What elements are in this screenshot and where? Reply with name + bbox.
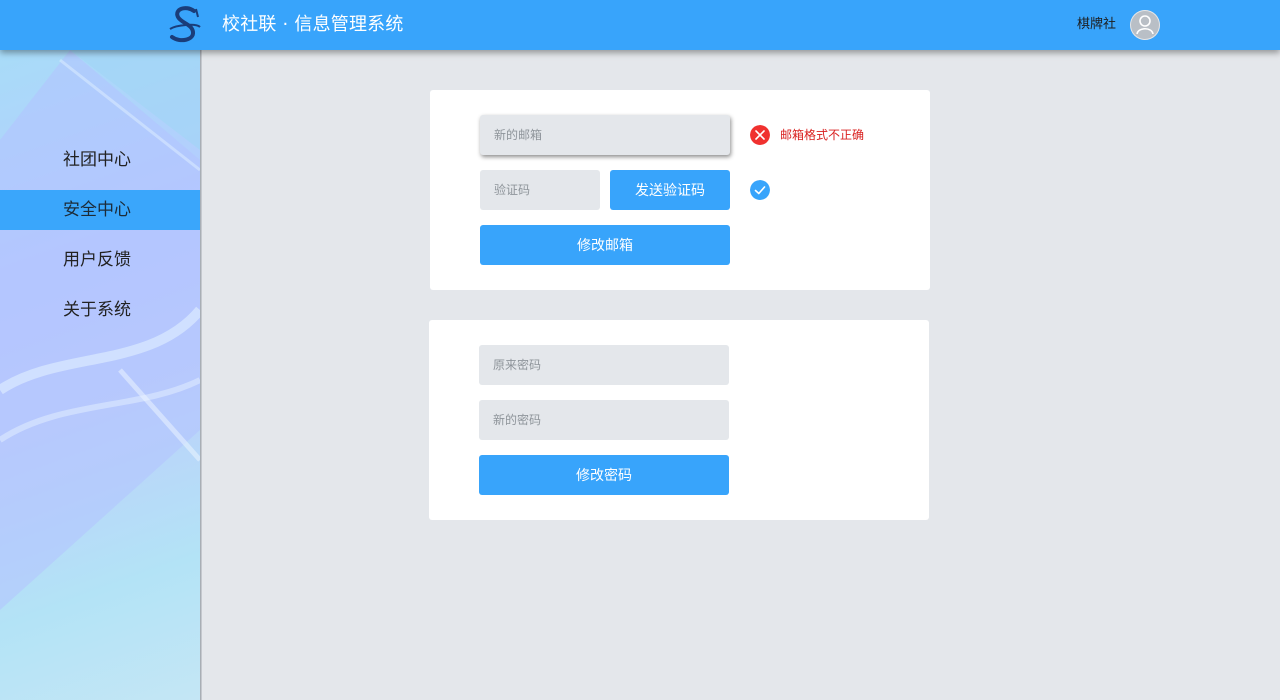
change-password-card: 修改密码 bbox=[429, 320, 929, 520]
error-x-icon bbox=[750, 125, 770, 145]
sidebar: 社团中心 安全中心 用户反馈 关于系统 bbox=[0, 50, 200, 700]
new-email-input[interactable] bbox=[480, 115, 730, 155]
verification-code-input[interactable] bbox=[480, 170, 600, 210]
email-error-message: 邮箱格式不正确 bbox=[780, 128, 865, 142]
change-email-card: 邮箱格式不正确 发送验证码 修改邮箱 bbox=[430, 90, 930, 290]
sidebar-item-security-center[interactable]: 安全中心 bbox=[0, 190, 200, 230]
sidebar-item-about-system[interactable]: 关于系统 bbox=[0, 290, 200, 330]
sidebar-item-label: 用户反馈 bbox=[63, 250, 131, 270]
user-avatar-icon[interactable] bbox=[1130, 10, 1160, 40]
top-bar: 校社联 · 信息管理系统 棋牌社 bbox=[0, 0, 1280, 50]
sidebar-item-label: 安全中心 bbox=[63, 200, 131, 220]
sidebar-item-label: 关于系统 bbox=[63, 300, 131, 320]
change-password-button[interactable]: 修改密码 bbox=[479, 455, 729, 495]
sidebar-item-user-feedback[interactable]: 用户反馈 bbox=[0, 240, 200, 280]
s-logo-icon bbox=[169, 6, 201, 43]
change-email-button[interactable]: 修改邮箱 bbox=[480, 225, 730, 265]
sidebar-divider bbox=[200, 50, 202, 700]
sidebar-item-label: 社团中心 bbox=[63, 150, 131, 170]
new-password-input[interactable] bbox=[479, 400, 729, 440]
user-name[interactable]: 棋牌社 bbox=[1077, 16, 1116, 34]
send-code-button[interactable]: 发送验证码 bbox=[610, 170, 730, 210]
old-password-input[interactable] bbox=[479, 345, 729, 385]
check-icon bbox=[750, 180, 770, 200]
app-title: 校社联 · 信息管理系统 bbox=[222, 14, 404, 35]
sidebar-item-club-center[interactable]: 社团中心 bbox=[0, 140, 200, 180]
